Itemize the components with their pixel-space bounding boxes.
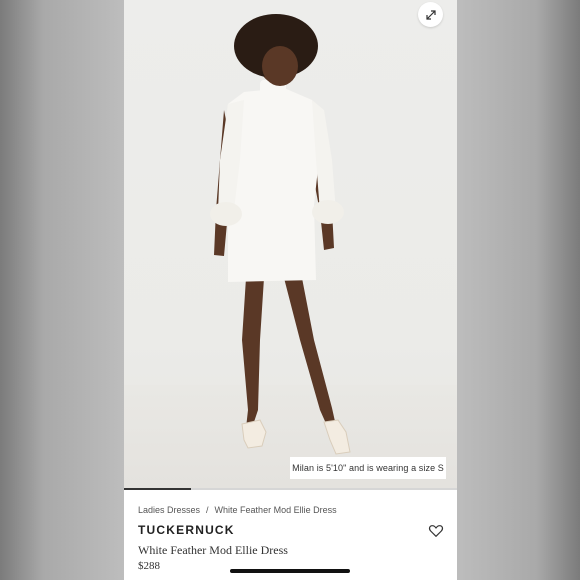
- breadcrumb-separator: /: [206, 505, 209, 515]
- product-title: White Feather Mod Ellie Dress: [138, 543, 288, 557]
- background-left: [0, 0, 124, 580]
- favorite-button[interactable]: [428, 523, 444, 539]
- breadcrumb-item-ladies-dresses[interactable]: Ladies Dresses: [138, 505, 200, 515]
- progress-fill: [124, 488, 191, 490]
- home-indicator[interactable]: [230, 569, 350, 573]
- brand-name[interactable]: TUCKERNUCK: [138, 523, 235, 537]
- breadcrumb: Ladies Dresses / White Feather Mod Ellie D…: [138, 505, 337, 515]
- breadcrumb-item-current[interactable]: White Feather Mod Ellie Dress: [215, 505, 337, 515]
- heart-icon: [428, 525, 444, 537]
- fit-caption: Milan is 5'10" and is wearing a size S: [290, 457, 446, 479]
- model-illustration: [210, 14, 351, 455]
- product-screen: Milan is 5'10" and is wearing a size S L…: [124, 0, 457, 580]
- expand-image-button[interactable]: [418, 2, 443, 27]
- product-price: $288: [138, 560, 160, 572]
- background-right: [456, 0, 580, 580]
- image-carousel-progress: [124, 488, 457, 490]
- expand-icon: [425, 9, 436, 20]
- product-photo[interactable]: Milan is 5'10" and is wearing a size S: [124, 0, 457, 490]
